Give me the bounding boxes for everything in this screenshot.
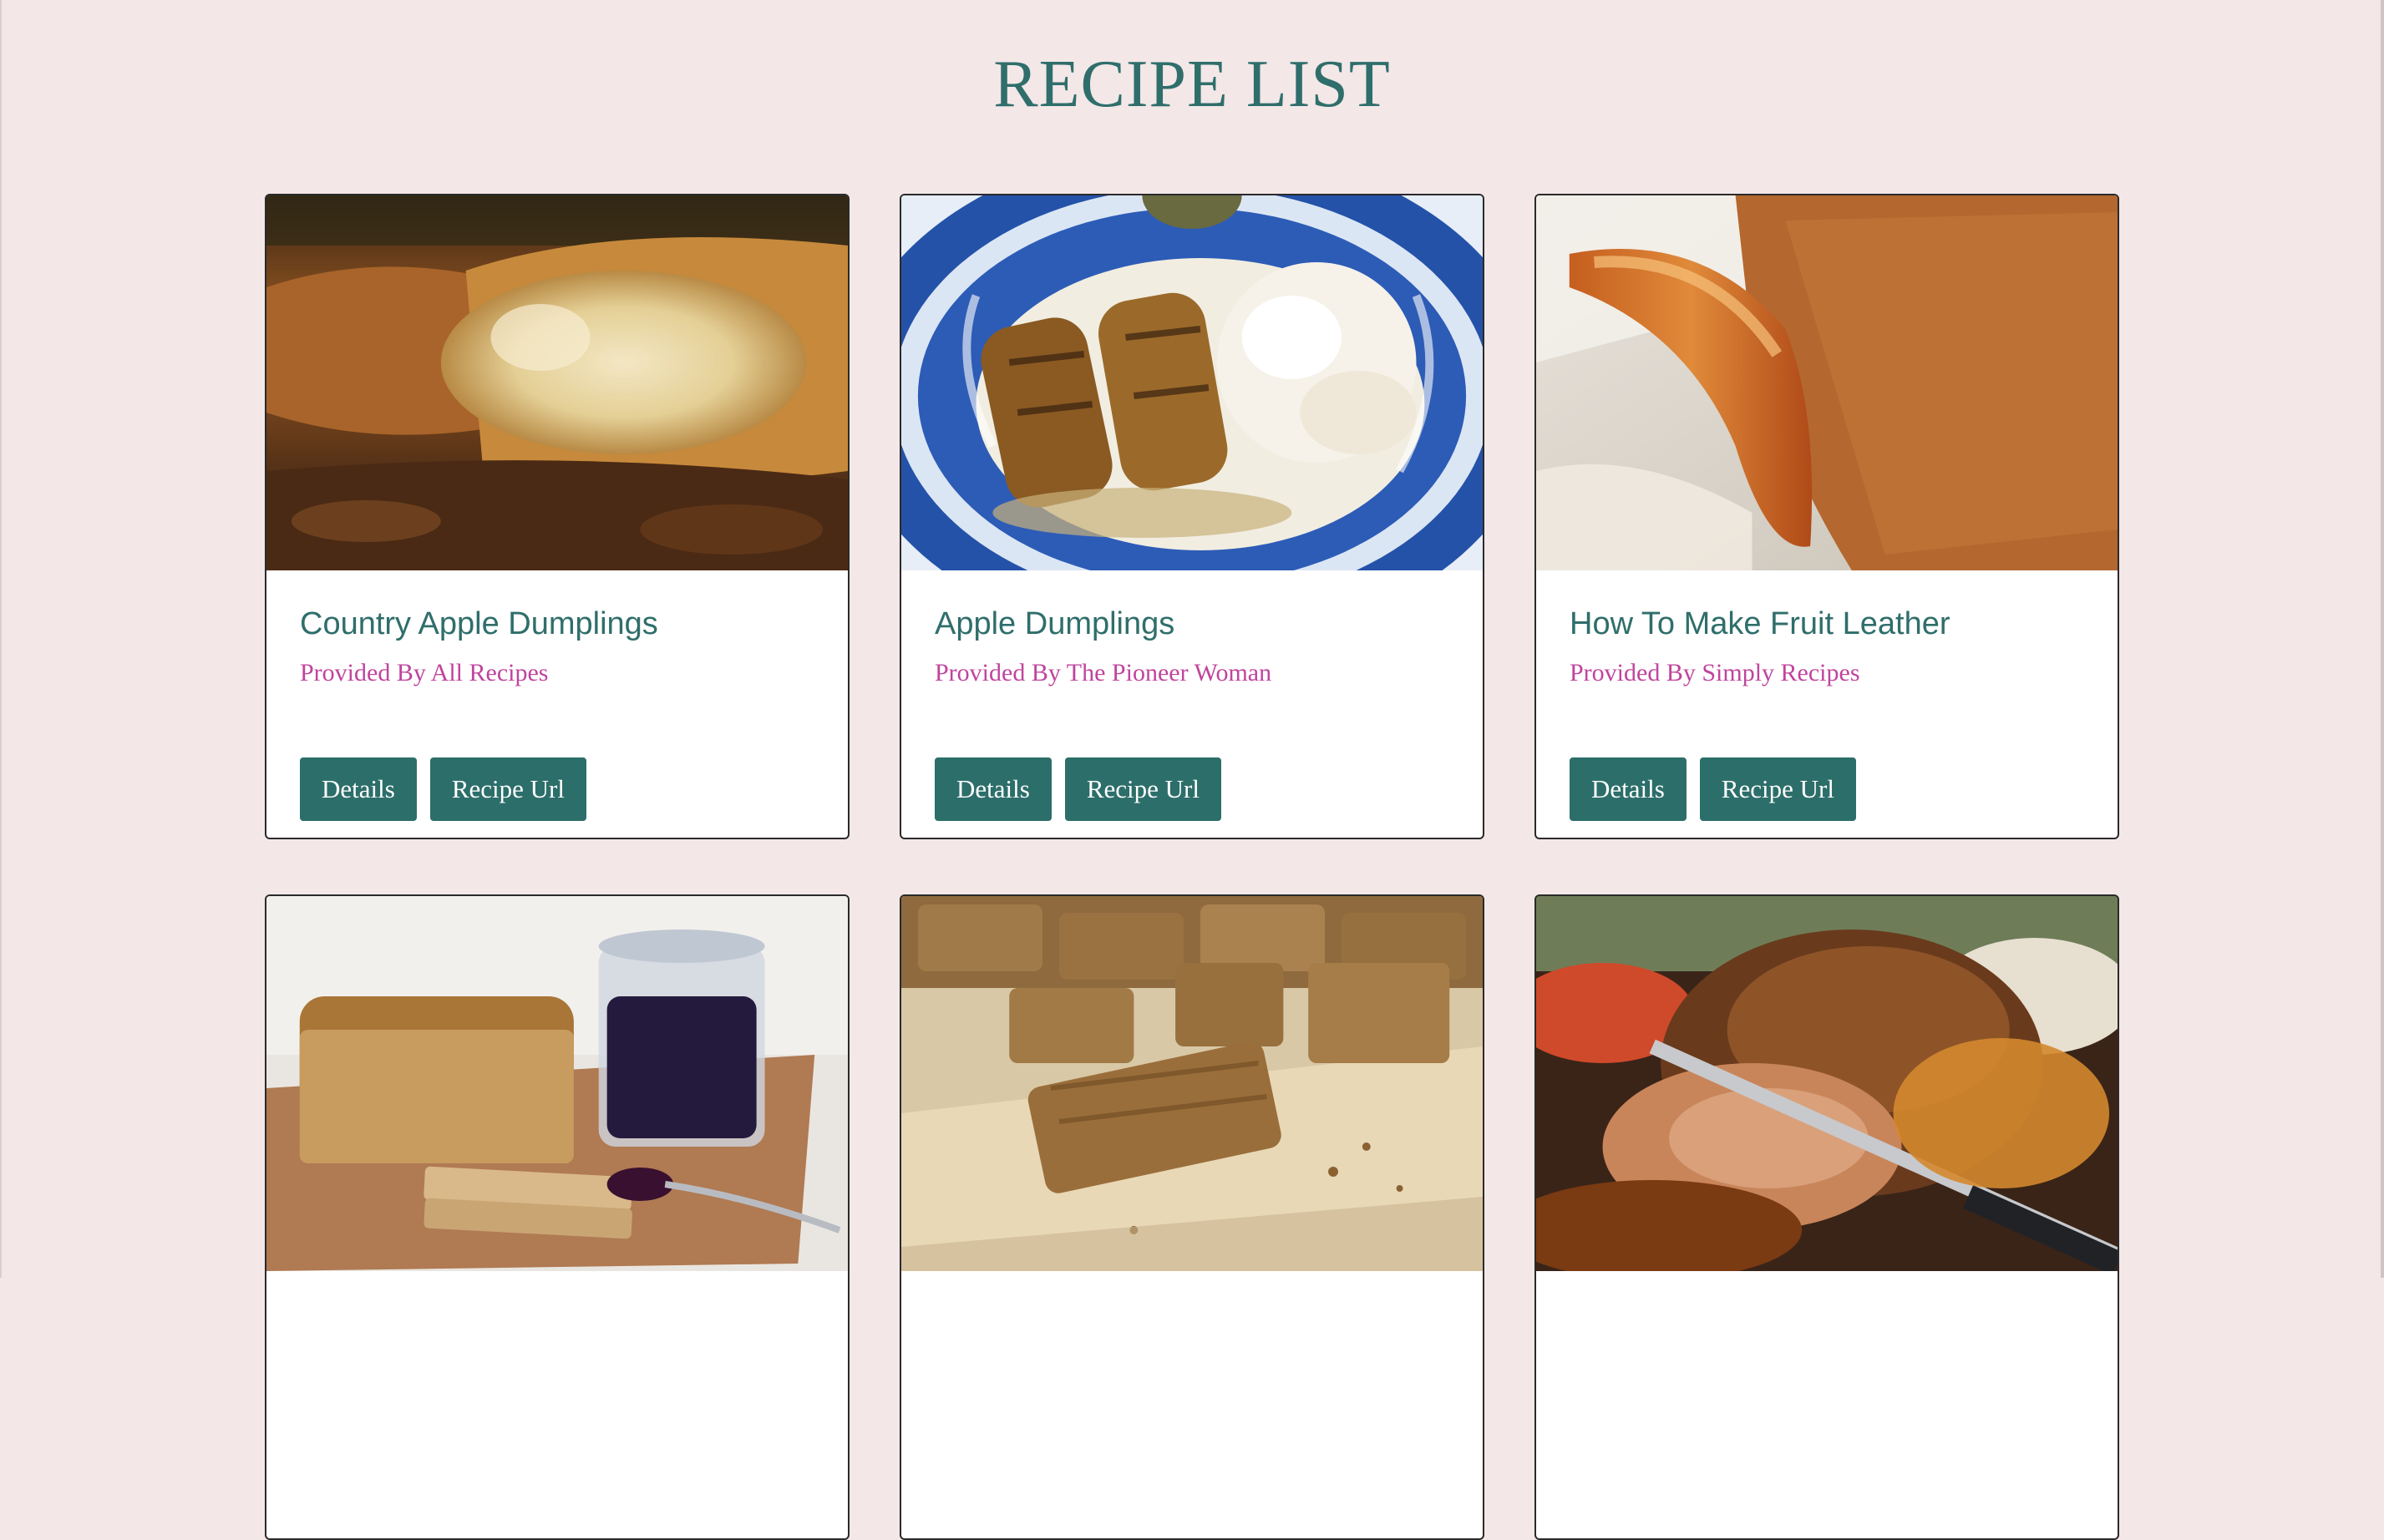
recipe-actions: Details Recipe Url [300,757,586,821]
page-title: RECIPE LIST [993,48,1391,121]
recipe-image[interactable] [1536,195,2118,570]
recipe-provider: Provided By All Recipes [300,658,549,686]
recipe-card: Apple Dumplings Provided By The Pioneer … [900,194,1484,839]
recipe-card [265,894,850,1540]
details-button[interactable]: Details [300,757,417,821]
recipe-title: Apple Dumplings [935,606,1175,641]
details-button[interactable]: Details [1570,757,1687,821]
recipe-provider: Provided By The Pioneer Woman [935,658,1272,686]
recipe-title: How To Make Fruit Leather [1570,606,1950,641]
recipe-image[interactable] [1536,896,2118,1271]
recipe-card: How To Make Fruit Leather Provided By Si… [1534,194,2119,839]
recipe-actions: Details Recipe Url [935,757,1221,821]
recipe-image[interactable] [266,195,848,570]
recipe-card [1534,894,2119,1540]
details-button[interactable]: Details [935,757,1052,821]
recipe-url-button[interactable]: Recipe Url [1699,757,1856,821]
recipe-actions: Details Recipe Url [1570,757,1856,821]
recipe-card: Country Apple Dumplings Provided By All … [265,194,850,839]
recipe-grid: Country Apple Dumplings Provided By All … [265,194,2120,1540]
recipe-image[interactable] [901,195,1483,570]
recipe-card-body: How To Make Fruit Leather Provided By Si… [1536,570,2118,687]
recipe-title: Country Apple Dumplings [300,606,658,641]
recipe-image[interactable] [266,896,848,1271]
recipe-card-body: Country Apple Dumplings Provided By All … [266,570,848,687]
recipe-card [900,894,1484,1540]
recipe-provider: Provided By Simply Recipes [1570,658,1860,686]
recipe-card-body: Apple Dumplings Provided By The Pioneer … [901,570,1483,687]
recipe-image[interactable] [901,896,1483,1271]
recipe-url-button[interactable]: Recipe Url [1064,757,1221,821]
recipe-url-button[interactable]: Recipe Url [429,757,586,821]
